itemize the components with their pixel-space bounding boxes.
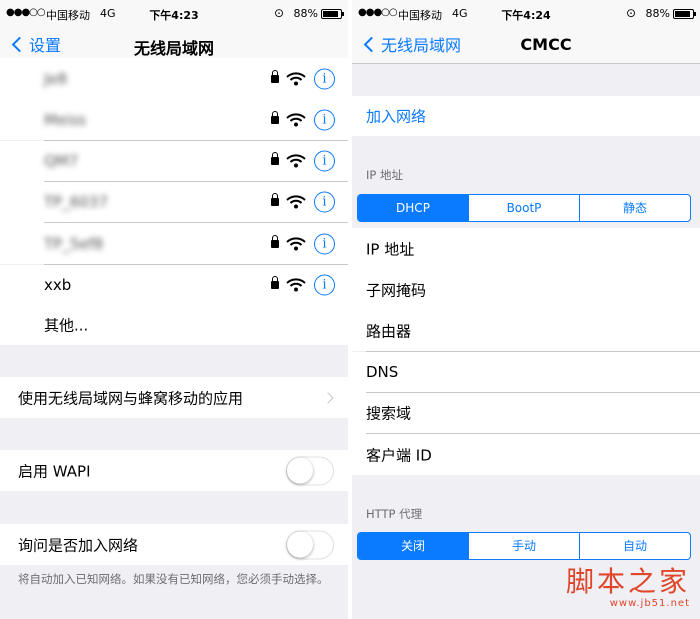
wapi-label: 启用 WAPI [18, 462, 91, 480]
lock-icon [271, 193, 279, 207]
http-proxy-segmented-control: 关闭 手动 自动 [357, 532, 691, 560]
wifi-icon [286, 71, 306, 86]
ip-detail-row: 子网掩码 [352, 269, 700, 311]
right-screen-network-detail: ●●●○○ 中国移动 4G 下午4:24 ⊙ 88% 无线局域网 CMCC 加入… [352, 0, 700, 619]
navigation-bar: 无线局域网 CMCC [352, 26, 700, 64]
ip-mode-segmented-control: DHCP BootP 静态 [357, 194, 691, 222]
ip-detail-row: DNS [352, 351, 700, 393]
rotation-lock-icon: ⊙ [625, 6, 636, 20]
wifi-network-row[interactable]: TP_5ef8 i [0, 223, 348, 265]
ip-detail-label: 客户端 ID [366, 446, 432, 464]
ask-join-toggle[interactable] [286, 530, 334, 559]
network-name: TP_5ef8 [44, 234, 104, 253]
wifi-icon [286, 154, 306, 168]
segment-option[interactable]: 自动 [579, 533, 690, 559]
join-network-row[interactable]: 加入网络 [352, 96, 700, 136]
ip-address-header: IP 地址 [366, 168, 403, 182]
lock-icon [271, 276, 279, 289]
ip-detail-label: 路由器 [366, 322, 412, 341]
ip-detail-label: 搜索域 [366, 404, 412, 423]
ip-detail-row: 路由器 [352, 310, 700, 352]
info-icon[interactable]: i [314, 68, 335, 89]
ip-detail-row: 搜索域 [352, 392, 700, 434]
info-icon[interactable]: i [314, 274, 335, 296]
ip-detail-label: IP 地址 [366, 240, 415, 258]
left-screen-wifi-list: ●●●○○ 中国移动 4G 下午4:23 ⊙ 88% 设置 无线局域网 Je8 i… [0, 0, 348, 619]
ask-join-footer: 将自动加入已知网络。如果没有已知网络，您必须手动选择。 [18, 572, 329, 586]
chevron-right-icon [322, 391, 334, 404]
wifi-network-row[interactable]: xxb i [0, 264, 348, 306]
page-title: CMCC [520, 35, 572, 54]
wifi-icon [286, 195, 306, 209]
network-name: TP_6037 [44, 193, 108, 212]
info-icon[interactable]: i [314, 191, 335, 213]
info-icon[interactable]: i [314, 150, 335, 172]
network-name: Meiss [44, 110, 86, 129]
lock-icon [271, 69, 279, 83]
other-network-row[interactable]: 其他... [0, 305, 348, 345]
status-bar: ●●●○○ 中国移动 4G 下午4:24 ⊙ 88% [352, 0, 700, 26]
other-network-label: 其他... [44, 316, 89, 335]
battery-percent: 88% [293, 7, 318, 20]
status-bar: ●●●○○ 中国移动 4G 下午4:23 ⊙ 88% [0, 0, 348, 26]
segment-option[interactable]: BootP [468, 195, 579, 221]
network-name: xxb [44, 276, 72, 294]
join-network-label: 加入网络 [366, 107, 427, 126]
wifi-network-row[interactable]: TP_6037 i [0, 181, 348, 223]
segment-option[interactable]: 静态 [579, 195, 690, 221]
ip-detail-label: 子网掩码 [366, 281, 427, 300]
network-name: Je8 [44, 69, 68, 88]
wifi-icon [286, 278, 306, 292]
ip-detail-row: 客户端 ID [352, 434, 700, 475]
lock-icon [271, 152, 279, 166]
wifi-network-row[interactable]: Meiss i [0, 99, 348, 141]
http-proxy-header: HTTP 代理 [366, 507, 423, 521]
segment-option[interactable]: 关闭 [358, 533, 468, 559]
ip-detail-label: DNS [366, 363, 399, 382]
network-name: QM7 [44, 152, 79, 171]
battery-icon [321, 9, 344, 19]
segment-option[interactable]: DHCP [358, 195, 468, 221]
rotation-lock-icon: ⊙ [273, 6, 284, 20]
watermark-title: 脚本之家 [565, 565, 690, 598]
lock-icon [271, 234, 279, 248]
segment-option[interactable]: 手动 [468, 533, 579, 559]
battery-percent: 88% [645, 7, 670, 20]
wifi-network-row[interactable]: Je8 i [0, 58, 348, 99]
ask-join-row: 询问是否加入网络 [0, 524, 348, 565]
info-icon[interactable]: i [314, 233, 335, 255]
info-icon[interactable]: i [314, 109, 335, 131]
wifi-cellular-apps-row[interactable]: 使用无线局域网与蜂窝移动的应用 [0, 377, 348, 418]
wifi-network-row[interactable]: QM7 i [0, 140, 348, 182]
battery-icon [673, 9, 696, 19]
wapi-row: 启用 WAPI [0, 450, 348, 491]
wapi-toggle[interactable] [286, 456, 334, 485]
toggle-knob [287, 457, 313, 483]
wifi-icon [286, 237, 306, 251]
page-title: 无线局域网 [133, 39, 214, 58]
toggle-knob [287, 531, 313, 557]
ask-join-label: 询问是否加入网络 [18, 536, 139, 554]
ip-detail-row: IP 地址 [352, 228, 700, 269]
watermark: 脚本之家 www.jb51.net [566, 560, 690, 609]
wifi-cellular-apps-label: 使用无线局域网与蜂窝移动的应用 [18, 389, 244, 407]
lock-icon [271, 110, 279, 124]
wifi-icon [286, 113, 306, 127]
